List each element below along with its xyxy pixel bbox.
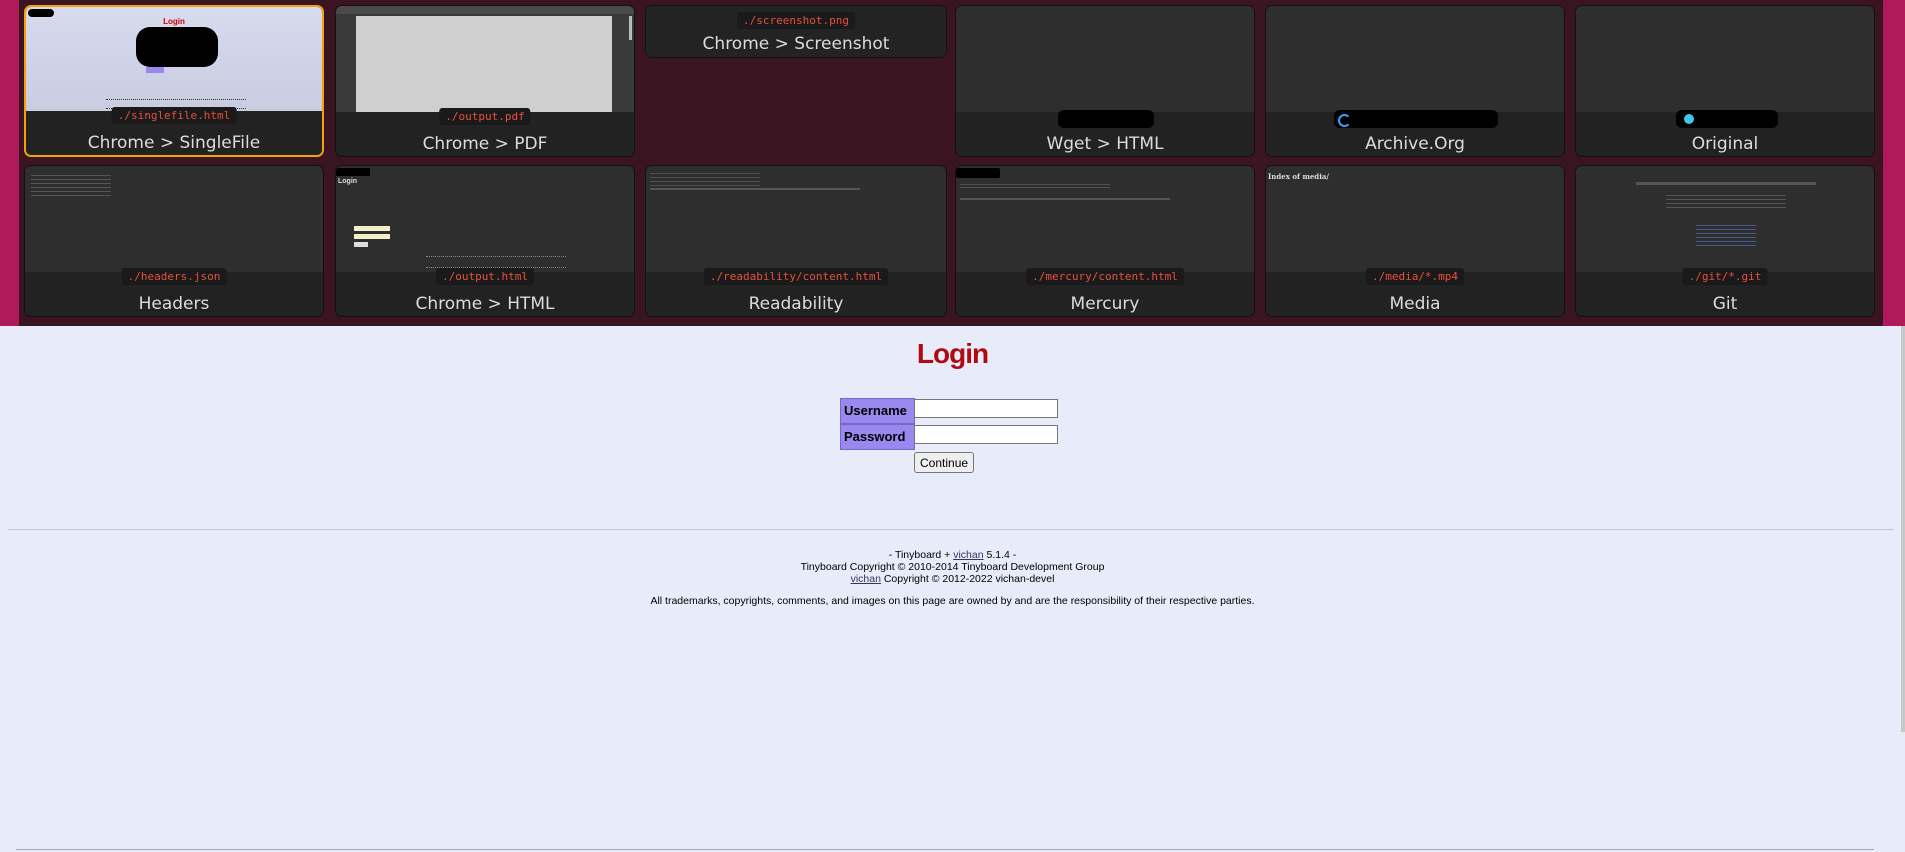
card-label: Readability [748,294,844,314]
card-label: Archive.Org [1365,134,1465,154]
continue-button[interactable]: Continue [914,452,975,473]
divider [8,529,1894,530]
footer-text: Copyright © 2012-2022 vichan-devel [880,573,1055,585]
bottom-divider [16,849,1874,850]
footer-text: - Tinyboard + [888,549,954,561]
card-headers[interactable]: ./headers.json Headers [24,165,324,317]
card-path: ./mercury/content.html [1026,268,1184,285]
card-label: Git [1712,294,1738,314]
preview-thumbnail [25,166,323,274]
password-label: Password [840,424,915,450]
card-path: ./singlefile.html [111,107,237,124]
card-chrome-html[interactable]: Login ./output.html Chrome > HTML [335,165,635,317]
card-media[interactable]: Index of media/ ./media/*.mp4 Media [1265,165,1565,317]
card-label: Chrome > Screenshot [702,34,890,54]
card-label: Chrome > SingleFile [87,133,261,153]
globe-icon [1684,114,1694,124]
card-path: ./readability/content.html [703,268,889,285]
vichan-link[interactable]: vichan [953,549,983,561]
card-label: Headers [138,294,210,314]
loading-icon [1338,114,1351,127]
thumb-title: Login [163,17,185,26]
card-path: ./screenshot.png [737,12,855,29]
preview-thumbnail [1576,6,1874,114]
card-readability[interactable]: ./readability/content.html Readability [645,165,947,317]
card-label: Chrome > HTML [415,294,555,314]
username-input[interactable] [914,399,1058,418]
footer: - Tinyboard + vichan 5.1.4 - Tinyboard C… [0,549,1905,607]
card-archive-org[interactable]: Archive.Org [1265,5,1565,157]
card-path: ./output.html [435,268,535,285]
preview-thumbnail [1576,166,1874,274]
preview-thumbnail [956,6,1254,114]
footer-vichan-copyright: vichan Copyright © 2012-2022 vichan-deve… [0,573,1905,585]
card-label: Media [1389,294,1441,314]
preview-thumbnail: Index of media/ [1266,166,1564,274]
card-wget[interactable]: Wget > HTML [955,5,1255,157]
thumb-title: Login [338,178,358,185]
card-label: Wget > HTML [1046,134,1164,154]
preview-thumbnail [646,166,946,274]
preview-thumbnail [336,6,634,114]
card-screenshot[interactable]: ./screenshot.png Chrome > Screenshot [645,5,947,58]
card-pdf[interactable]: ./output.pdf Chrome > PDF [335,5,635,157]
card-label: Mercury [1070,294,1140,314]
card-git[interactable]: ./git/*.git Git [1575,165,1875,317]
archive-preview-grid: Login ./singlefile.html Chrome > SingleF… [19,0,1883,326]
card-path: ./git/*.git [1682,268,1768,285]
card-mercury[interactable]: ./mercury/content.html Mercury [955,165,1255,317]
card-original[interactable]: Original [1575,5,1875,157]
preview-thumbnail: Login [26,7,322,115]
preview-thumbnail: Login [336,166,634,274]
preview-thumbnail [1266,6,1564,114]
page-title: Login [916,338,989,369]
scrollbar[interactable] [1901,326,1905,732]
archive-header: Login ./singlefile.html Chrome > SingleF… [0,0,1905,326]
thumb-title: Index of media/ [1268,172,1329,181]
card-label: Chrome > PDF [422,134,548,154]
card-path: ./output.pdf [439,108,531,125]
footer-version-line: - Tinyboard + vichan 5.1.4 - [0,549,1905,561]
card-path: ./headers.json [121,268,227,285]
password-input[interactable] [914,425,1058,444]
footer-tinyboard-copyright: Tinyboard Copyright © 2010-2014 Tinyboar… [800,561,1105,573]
card-path: ./media/*.mp4 [1365,268,1465,285]
username-label: Username [840,398,915,424]
card-singlefile[interactable]: Login ./singlefile.html Chrome > SingleF… [24,5,324,157]
card-label: Original [1691,134,1759,154]
footer-text: 5.1.4 - [983,549,1017,561]
vichan-link[interactable]: vichan [851,573,881,585]
preview-thumbnail [956,166,1254,274]
footer-legal: All trademarks, copyrights, comments, an… [650,595,1255,607]
